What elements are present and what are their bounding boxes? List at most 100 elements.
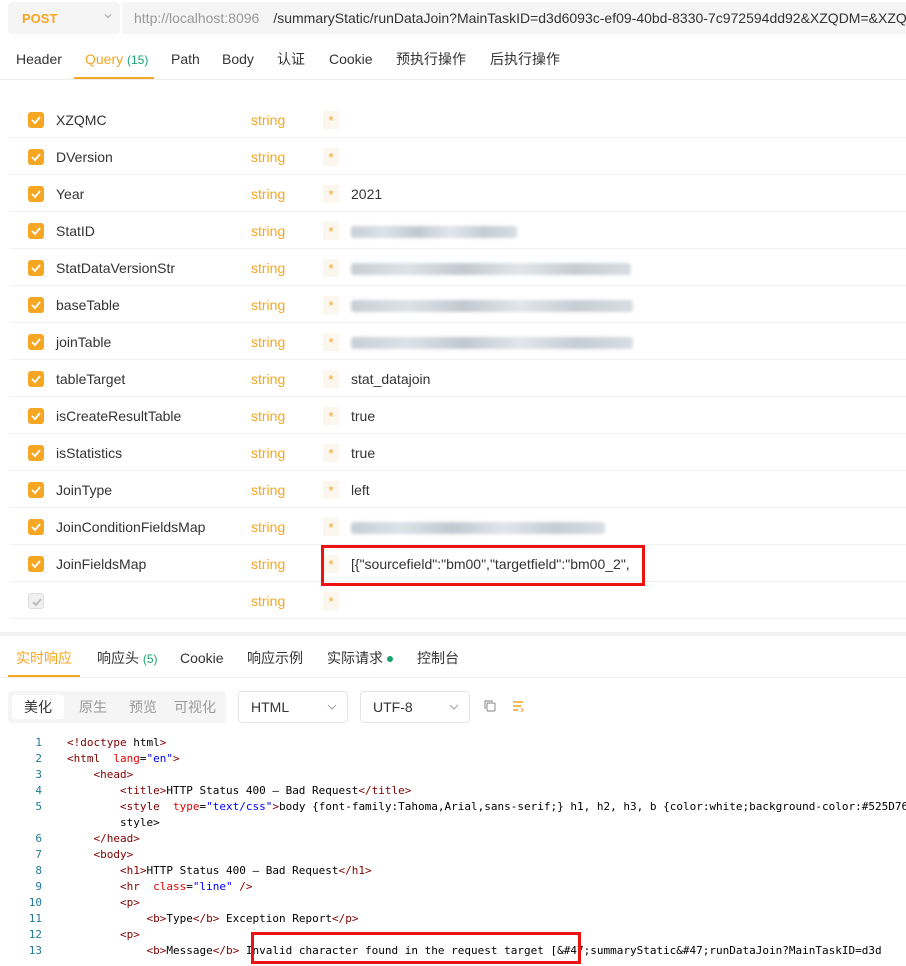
tab-response-cookie[interactable]: Cookie <box>180 638 224 678</box>
tab-response-example[interactable]: 响应示例 <box>247 638 303 678</box>
tab-response-headers[interactable]: 响应头 (5) <box>97 638 158 679</box>
param-value[interactable]: 2021 <box>351 176 382 212</box>
param-name[interactable]: StatID <box>56 213 95 249</box>
format-code-icon[interactable] <box>511 699 525 713</box>
view-mode-preview[interactable]: 预览 <box>118 695 168 719</box>
param-row: baseTable string * <box>10 287 906 323</box>
url-input[interactable]: http://localhost:8096 /summaryStatic/run… <box>122 2 906 34</box>
highlight-box-joinfieldsmap <box>321 545 645 586</box>
format-select[interactable]: HTML <box>238 691 348 723</box>
param-checkbox[interactable] <box>28 223 44 239</box>
code-text: <p> <box>119 928 140 941</box>
param-type[interactable]: string <box>251 102 285 138</box>
param-type[interactable]: string <box>251 324 285 360</box>
param-type[interactable]: string <box>251 250 285 286</box>
param-value[interactable]: left <box>351 472 370 508</box>
param-required-mark[interactable]: * <box>323 481 339 499</box>
param-name[interactable]: tableTarget <box>56 361 125 397</box>
param-value[interactable]: true <box>351 435 375 471</box>
tab-body[interactable]: Body <box>222 40 254 80</box>
param-required-mark[interactable]: * <box>323 444 339 462</box>
param-type[interactable]: string <box>251 139 285 175</box>
code-line: 6 </head> <box>0 831 906 847</box>
param-checkbox[interactable] <box>28 556 44 572</box>
param-name[interactable]: isStatistics <box>56 435 122 471</box>
tab-cookie[interactable]: Cookie <box>329 40 373 80</box>
param-checkbox[interactable] <box>28 593 44 609</box>
tab-header[interactable]: Header <box>16 40 62 80</box>
code-line: 10 <p> <box>0 895 906 911</box>
param-value[interactable] <box>351 509 605 545</box>
tab-actual-request[interactable]: 实际请求 <box>327 638 393 678</box>
param-type[interactable]: string <box>251 546 285 582</box>
check-icon <box>31 338 41 347</box>
view-mode-visualize[interactable]: 可视化 <box>168 695 222 719</box>
tab-post-script[interactable]: 后执行操作 <box>490 40 560 80</box>
param-checkbox[interactable] <box>28 297 44 313</box>
param-type[interactable]: string <box>251 287 285 323</box>
param-name[interactable]: JoinType <box>56 472 112 508</box>
tab-console[interactable]: 控制台 <box>417 638 459 678</box>
param-checkbox[interactable] <box>28 371 44 387</box>
tab-live-response[interactable]: 实时响应 <box>16 638 72 678</box>
param-type[interactable]: string <box>251 509 285 545</box>
view-mode-beautify[interactable]: 美化 <box>12 695 64 719</box>
param-value[interactable] <box>351 250 631 286</box>
param-required-mark[interactable]: * <box>323 333 339 351</box>
param-required-mark[interactable]: * <box>323 407 339 425</box>
param-checkbox[interactable] <box>28 334 44 350</box>
param-name[interactable]: Year <box>56 176 84 212</box>
param-type[interactable]: string <box>251 176 285 212</box>
tab-path[interactable]: Path <box>171 40 200 80</box>
view-mode-raw[interactable]: 原生 <box>68 695 118 719</box>
chevron-down-icon <box>449 704 459 710</box>
line-number: 1 <box>35 736 42 749</box>
param-type[interactable]: string <box>251 361 285 397</box>
param-checkbox[interactable] <box>28 186 44 202</box>
param-checkbox[interactable] <box>28 482 44 498</box>
param-value[interactable] <box>351 213 517 249</box>
param-name[interactable]: StatDataVersionStr <box>56 250 175 286</box>
param-required-mark[interactable]: * <box>323 148 339 166</box>
copy-icon[interactable] <box>483 699 497 713</box>
method-select[interactable]: POST <box>8 2 120 34</box>
param-checkbox[interactable] <box>28 260 44 276</box>
param-required-mark[interactable]: * <box>323 111 339 129</box>
param-required-mark[interactable]: * <box>323 592 339 610</box>
tab-auth[interactable]: 认证 <box>277 40 305 80</box>
param-type[interactable]: string <box>251 435 285 471</box>
encoding-select[interactable]: UTF-8 <box>360 691 470 723</box>
param-checkbox[interactable] <box>28 445 44 461</box>
param-required-mark[interactable]: * <box>323 259 339 277</box>
param-required-mark[interactable]: * <box>323 296 339 314</box>
param-type[interactable]: string <box>251 472 285 508</box>
code-text: <html lang="en"> <box>67 752 180 765</box>
param-type[interactable]: string <box>251 213 285 249</box>
param-required-mark[interactable]: * <box>323 185 339 203</box>
param-checkbox[interactable] <box>28 112 44 128</box>
param-value[interactable]: true <box>351 398 375 434</box>
param-checkbox[interactable] <box>28 408 44 424</box>
param-required-mark[interactable]: * <box>323 222 339 240</box>
param-name[interactable]: JoinConditionFieldsMap <box>56 509 205 545</box>
param-name[interactable]: JoinFieldsMap <box>56 546 146 582</box>
param-required-mark[interactable]: * <box>323 518 339 536</box>
param-checkbox[interactable] <box>28 519 44 535</box>
panel-divider[interactable] <box>0 632 906 636</box>
param-name[interactable]: baseTable <box>56 287 120 323</box>
tab-query[interactable]: Query (15) <box>85 40 148 80</box>
param-value[interactable] <box>351 287 633 323</box>
param-required-mark[interactable]: * <box>323 370 339 388</box>
param-type[interactable]: string <box>251 398 285 434</box>
param-checkbox[interactable] <box>28 149 44 165</box>
param-name[interactable]: XZQMC <box>56 102 107 138</box>
param-value[interactable] <box>351 324 633 360</box>
param-name[interactable]: joinTable <box>56 324 111 360</box>
param-value[interactable]: stat_datajoin <box>351 361 430 397</box>
check-icon <box>31 190 41 199</box>
param-type[interactable]: string <box>251 583 285 619</box>
tab-pre-script[interactable]: 预执行操作 <box>396 40 466 80</box>
param-name[interactable]: isCreateResultTable <box>56 398 181 434</box>
redacted-value <box>351 263 631 276</box>
param-name[interactable]: DVersion <box>56 139 113 175</box>
